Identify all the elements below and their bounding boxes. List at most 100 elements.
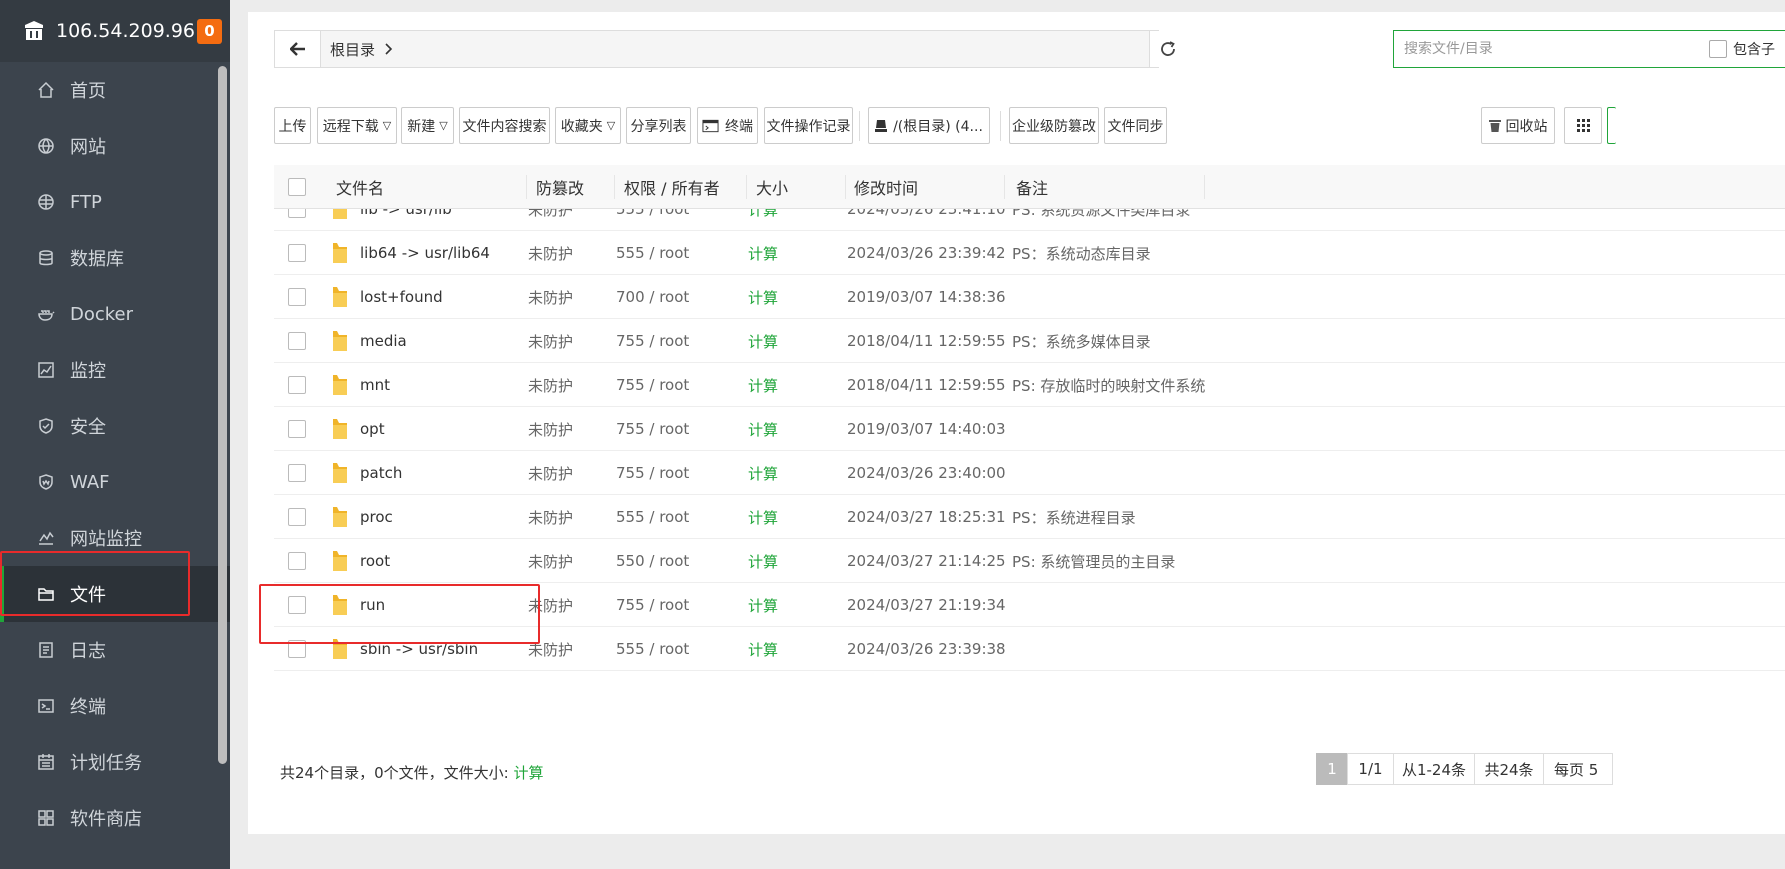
note-text[interactable]: PS: 系统资源文件类库目录 [1012, 209, 1190, 231]
list-view-button[interactable] [1607, 107, 1616, 144]
filename-link[interactable]: sbin -> usr/sbin [360, 640, 478, 658]
sidebar-item-database[interactable]: 数据库 [0, 230, 230, 286]
operation-log-button[interactable]: 文件操作记录 [764, 107, 853, 144]
table-row[interactable]: sbin -> usr/sbin 未防护 555 / root 计算 2024/03/2… [274, 627, 1785, 671]
filename-link[interactable]: proc [360, 508, 393, 526]
filename-link[interactable]: root [360, 552, 390, 570]
protect-status[interactable]: 未防护 [528, 363, 573, 407]
filename-link[interactable]: mnt [360, 376, 390, 394]
protect-status[interactable]: 未防护 [528, 627, 573, 671]
sidebar-item-folder[interactable]: 文件 [0, 566, 230, 622]
header-size[interactable]: 大小 [756, 165, 788, 209]
share-list-button[interactable]: 分享列表 [626, 107, 691, 144]
table-row[interactable]: media 未防护 755 / root 计算 2018/04/11 12:59:55 P… [274, 319, 1785, 363]
filename-link[interactable]: media [360, 332, 407, 350]
calc-size-link[interactable]: 计算 [748, 583, 778, 627]
calc-size-link[interactable]: 计算 [748, 363, 778, 407]
filename-link[interactable]: patch [360, 464, 402, 482]
upload-button[interactable]: 上传 [274, 107, 311, 144]
filename-link[interactable]: lost+found [360, 288, 443, 306]
search-input[interactable] [1404, 41, 1704, 57]
tamper-proof-button[interactable]: 企业级防篡改 [1009, 107, 1099, 144]
row-checkbox[interactable] [288, 596, 306, 614]
sidebar-item-chart[interactable]: 网站监控 [0, 510, 230, 566]
content-search-button[interactable]: 文件内容搜索 [459, 107, 550, 144]
permission-owner[interactable]: 555 / root [616, 209, 689, 231]
refresh-button[interactable] [1149, 31, 1185, 67]
terminal-button[interactable]: 终端 [697, 107, 758, 144]
protect-status[interactable]: 未防护 [528, 451, 573, 495]
sidebar-item-docker[interactable]: Docker [0, 286, 230, 342]
note-text[interactable]: PS: 存放临时的映射文件系统 [1012, 363, 1205, 407]
table-row[interactable]: lib -> usr/lib 未防护 555 / root 计算 2024/03/26 … [274, 209, 1785, 231]
permission-owner[interactable]: 555 / root [616, 627, 689, 671]
header-mtime[interactable]: 修改时间 [854, 165, 918, 209]
row-checkbox[interactable] [288, 552, 306, 570]
note-text[interactable]: PS：系统进程目录 [1012, 495, 1136, 539]
note-text[interactable]: PS：系统多媒体目录 [1012, 319, 1151, 363]
permission-owner[interactable]: 700 / root [616, 275, 689, 319]
filename-link[interactable]: lib64 -> usr/lib64 [360, 244, 490, 262]
filename-link[interactable]: lib -> usr/lib [360, 209, 452, 218]
sidebar-item-home[interactable]: 首页 [0, 62, 230, 118]
calc-size-link[interactable]: 计算 [748, 319, 778, 363]
row-checkbox[interactable] [288, 288, 306, 306]
sidebar-item-apps[interactable]: 软件商店 [0, 790, 230, 846]
per-page-select[interactable]: 每页 5 [1543, 753, 1613, 785]
row-checkbox[interactable] [288, 640, 306, 658]
sidebar-item-calendar[interactable]: 计划任务 [0, 734, 230, 790]
sidebar-item-waf[interactable]: WAF [0, 454, 230, 510]
row-checkbox[interactable] [288, 244, 306, 262]
note-text[interactable]: PS：系统动态库目录 [1012, 231, 1151, 275]
calc-size-link[interactable]: 计算 [748, 495, 778, 539]
permission-owner[interactable]: 550 / root [616, 539, 689, 583]
back-button[interactable] [275, 31, 321, 67]
table-row[interactable]: proc 未防护 555 / root 计算 2024/03/27 18:25:31 PS… [274, 495, 1785, 539]
sidebar-item-terminal[interactable]: 终端 [0, 678, 230, 734]
table-row[interactable]: lost+found 未防护 700 / root 计算 2019/03/07 14:3… [274, 275, 1785, 319]
breadcrumb-root[interactable]: 根目录 [330, 39, 375, 60]
breadcrumb[interactable]: 根目录 [330, 39, 393, 60]
permission-owner[interactable]: 755 / root [616, 319, 689, 363]
header-protect[interactable]: 防篡改 [536, 165, 584, 209]
permission-owner[interactable]: 755 / root [616, 451, 689, 495]
new-button[interactable]: 新建 ▽ [401, 107, 454, 144]
permission-owner[interactable]: 755 / root [616, 407, 689, 451]
permission-owner[interactable]: 755 / root [616, 583, 689, 627]
permission-owner[interactable]: 555 / root [616, 495, 689, 539]
filename-link[interactable]: opt [360, 420, 385, 438]
page-current[interactable]: 1 [1316, 753, 1348, 785]
row-checkbox[interactable] [288, 464, 306, 482]
select-all-checkbox[interactable] [288, 178, 306, 196]
calc-size-link[interactable]: 计算 [748, 231, 778, 275]
permission-owner[interactable]: 755 / root [616, 363, 689, 407]
permission-owner[interactable]: 555 / root [616, 231, 689, 275]
grid-view-button[interactable] [1564, 107, 1602, 144]
recycle-bin-button[interactable]: 回收站 [1481, 107, 1555, 144]
notification-badge[interactable]: 0 [197, 18, 222, 44]
sidebar-item-globe[interactable]: 网站 [0, 118, 230, 174]
calc-size-link[interactable]: 计算 [748, 539, 778, 583]
remote-download-button[interactable]: 远程下载 ▽ [317, 107, 397, 144]
row-checkbox[interactable] [288, 420, 306, 438]
calc-size-link[interactable]: 计算 [748, 451, 778, 495]
protect-status[interactable]: 未防护 [528, 275, 573, 319]
sidebar-item-shield[interactable]: 安全 [0, 398, 230, 454]
table-row[interactable]: mnt 未防护 755 / root 计算 2018/04/11 12:59:55 PS:… [274, 363, 1785, 407]
protect-status[interactable]: 未防护 [528, 209, 573, 231]
note-text[interactable]: PS: 系统管理员的主目录 [1012, 539, 1175, 583]
sidebar-scrollbar[interactable] [218, 66, 227, 764]
sidebar-item-ftp[interactable]: FTP [0, 174, 230, 230]
file-sync-button[interactable]: 文件同步 [1104, 107, 1167, 144]
filename-link[interactable]: run [360, 596, 385, 614]
header-note[interactable]: 备注 [1016, 165, 1048, 209]
disk-button[interactable]: /(根目录) (4... [868, 107, 990, 144]
row-checkbox[interactable] [288, 209, 306, 218]
calc-total-size-link[interactable]: 计算 [513, 764, 543, 782]
protect-status[interactable]: 未防护 [528, 539, 573, 583]
table-row[interactable]: opt 未防护 755 / root 计算 2019/03/07 14:40:03 [274, 407, 1785, 451]
protect-status[interactable]: 未防护 [528, 583, 573, 627]
sidebar-item-monitor[interactable]: 监控 [0, 342, 230, 398]
calc-size-link[interactable]: 计算 [748, 627, 778, 671]
row-checkbox[interactable] [288, 332, 306, 350]
